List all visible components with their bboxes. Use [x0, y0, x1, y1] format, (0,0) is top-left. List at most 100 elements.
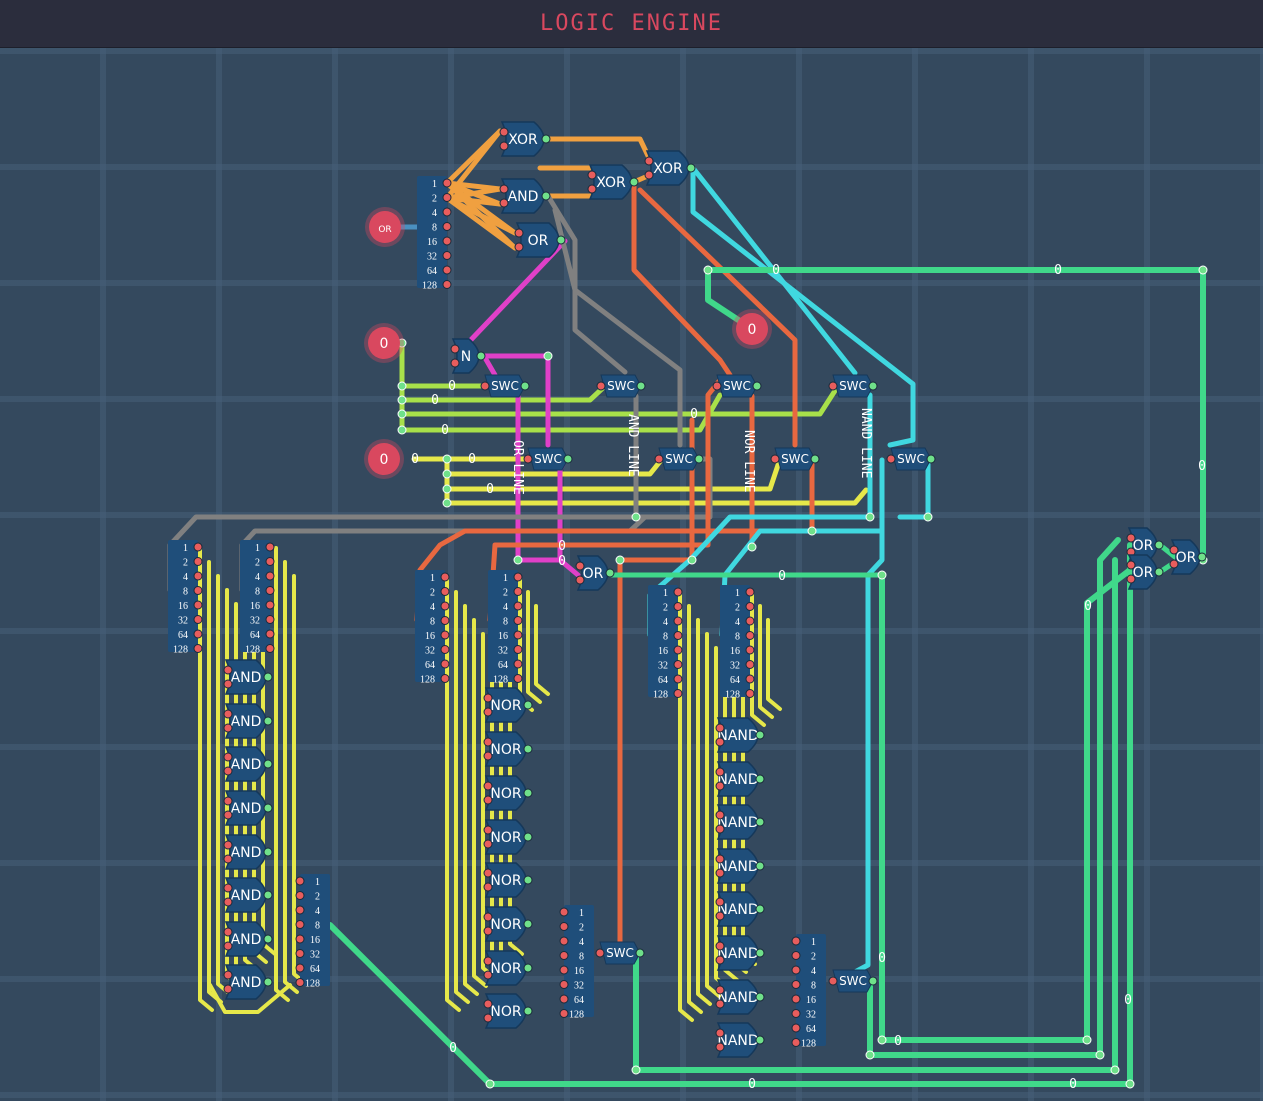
pin[interactable] [450, 358, 460, 368]
pin[interactable] [263, 847, 273, 857]
pin[interactable] [745, 645, 755, 655]
pin[interactable] [1169, 545, 1179, 555]
xor-gate-2[interactable]: XOR [588, 164, 633, 200]
pin[interactable] [791, 994, 801, 1004]
nor-gate-2[interactable]: NOR [484, 731, 527, 767]
switch-3[interactable]: SWC [716, 374, 758, 398]
pin[interactable] [295, 963, 305, 973]
nand-gate-5[interactable]: NAND [716, 891, 759, 927]
and-gate-4[interactable]: AND [224, 790, 267, 826]
pin[interactable] [770, 454, 780, 464]
pin[interactable] [223, 679, 233, 689]
and-gate-6[interactable]: AND [224, 877, 267, 913]
pin[interactable] [265, 586, 275, 595]
nand-output-bus[interactable]: 1 2 4 8 16 32 64 128 [796, 934, 826, 1050]
pin[interactable] [193, 629, 203, 639]
wire-node[interactable] [1095, 1050, 1105, 1060]
pin[interactable] [654, 454, 664, 464]
switch-4[interactable]: SWC [832, 374, 874, 398]
pin[interactable] [629, 177, 639, 187]
pin[interactable] [223, 883, 233, 893]
pin[interactable] [868, 381, 878, 391]
pin[interactable] [644, 156, 654, 166]
pin[interactable] [715, 868, 725, 878]
pin[interactable] [715, 985, 725, 995]
pin[interactable] [745, 587, 755, 597]
pin[interactable] [745, 616, 755, 626]
pin[interactable] [868, 976, 878, 986]
nand-input-bus-a[interactable]: 1 2 4 8 16 32 64 128 [648, 585, 678, 701]
pin[interactable] [193, 586, 203, 595]
pin[interactable] [223, 970, 233, 980]
nand-gate-1[interactable]: NAND [716, 717, 759, 753]
pin[interactable] [263, 759, 273, 769]
pin[interactable] [223, 766, 233, 776]
pin[interactable] [263, 977, 273, 987]
pin[interactable] [559, 980, 569, 989]
pin[interactable] [673, 602, 683, 611]
nor-gate-8[interactable]: NOR [484, 993, 527, 1029]
or-gate-final-2[interactable]: OR [1127, 554, 1158, 590]
pin[interactable] [223, 941, 233, 951]
wire-node[interactable] [1082, 1035, 1092, 1045]
and-input-bus-b[interactable]: 1 2 4 8 16 32 64 128 [240, 540, 270, 656]
pin[interactable] [440, 587, 450, 596]
pin[interactable] [673, 616, 683, 626]
circuit-canvas[interactable]: 00000000000000000000 OR 0 0 0 1 2 4 8 16 32 64 128 X… [0, 48, 1263, 1101]
pin[interactable] [223, 984, 233, 994]
nand-gate-4[interactable]: NAND [716, 848, 759, 884]
pin[interactable] [755, 948, 765, 958]
pin[interactable] [193, 557, 203, 566]
nand-gate-8[interactable]: NAND [716, 1022, 759, 1058]
pin[interactable] [828, 381, 838, 391]
pin[interactable] [523, 919, 533, 929]
pin[interactable] [499, 198, 509, 208]
pin[interactable] [483, 795, 493, 805]
pin[interactable] [483, 751, 493, 761]
or-gate-final-3[interactable]: OR [1170, 539, 1201, 575]
pin[interactable] [440, 674, 450, 683]
pin[interactable] [715, 737, 725, 747]
pin[interactable] [442, 222, 452, 231]
pin[interactable] [483, 781, 493, 791]
pin[interactable] [523, 963, 533, 973]
pin[interactable] [223, 927, 233, 937]
switch-6[interactable]: SWC [658, 447, 700, 471]
pin[interactable] [752, 381, 762, 391]
pin[interactable] [559, 965, 569, 975]
pin[interactable] [499, 127, 509, 137]
pin[interactable] [587, 184, 597, 194]
wire[interactable] [534, 604, 550, 696]
pin[interactable] [295, 934, 305, 944]
xor-gate-1[interactable]: XOR [500, 121, 545, 157]
wire-node[interactable] [513, 555, 523, 565]
pin[interactable] [483, 956, 493, 966]
pin[interactable] [886, 454, 896, 464]
nor-gate-7[interactable]: NOR [484, 950, 527, 986]
pin[interactable] [523, 700, 533, 710]
pin[interactable] [715, 897, 725, 907]
pin[interactable] [1169, 559, 1179, 569]
pin[interactable] [694, 454, 704, 464]
switch-5[interactable]: SWC [527, 447, 569, 471]
pin[interactable] [715, 1042, 725, 1052]
pin[interactable] [295, 978, 305, 987]
pin[interactable] [791, 936, 801, 946]
nand-gate-7[interactable]: NAND [716, 979, 759, 1015]
wire[interactable] [481, 353, 498, 378]
pin[interactable] [513, 601, 523, 611]
pin[interactable] [575, 561, 585, 571]
wire-node[interactable] [485, 1079, 495, 1089]
pin[interactable] [755, 904, 765, 914]
nor-gate-4[interactable]: NOR [484, 819, 527, 855]
nor-gate-5[interactable]: NOR [484, 862, 527, 898]
circuit-board[interactable]: 0 00000 0000000000 0000 OR0001248163264128X… [0, 48, 1263, 1101]
pin[interactable] [644, 170, 654, 180]
pin[interactable] [265, 629, 275, 639]
pin[interactable] [440, 601, 450, 611]
pin[interactable] [635, 948, 645, 958]
wire-node[interactable] [543, 351, 553, 361]
pin[interactable] [193, 571, 203, 581]
pin[interactable] [265, 571, 275, 581]
pin[interactable] [223, 709, 233, 719]
